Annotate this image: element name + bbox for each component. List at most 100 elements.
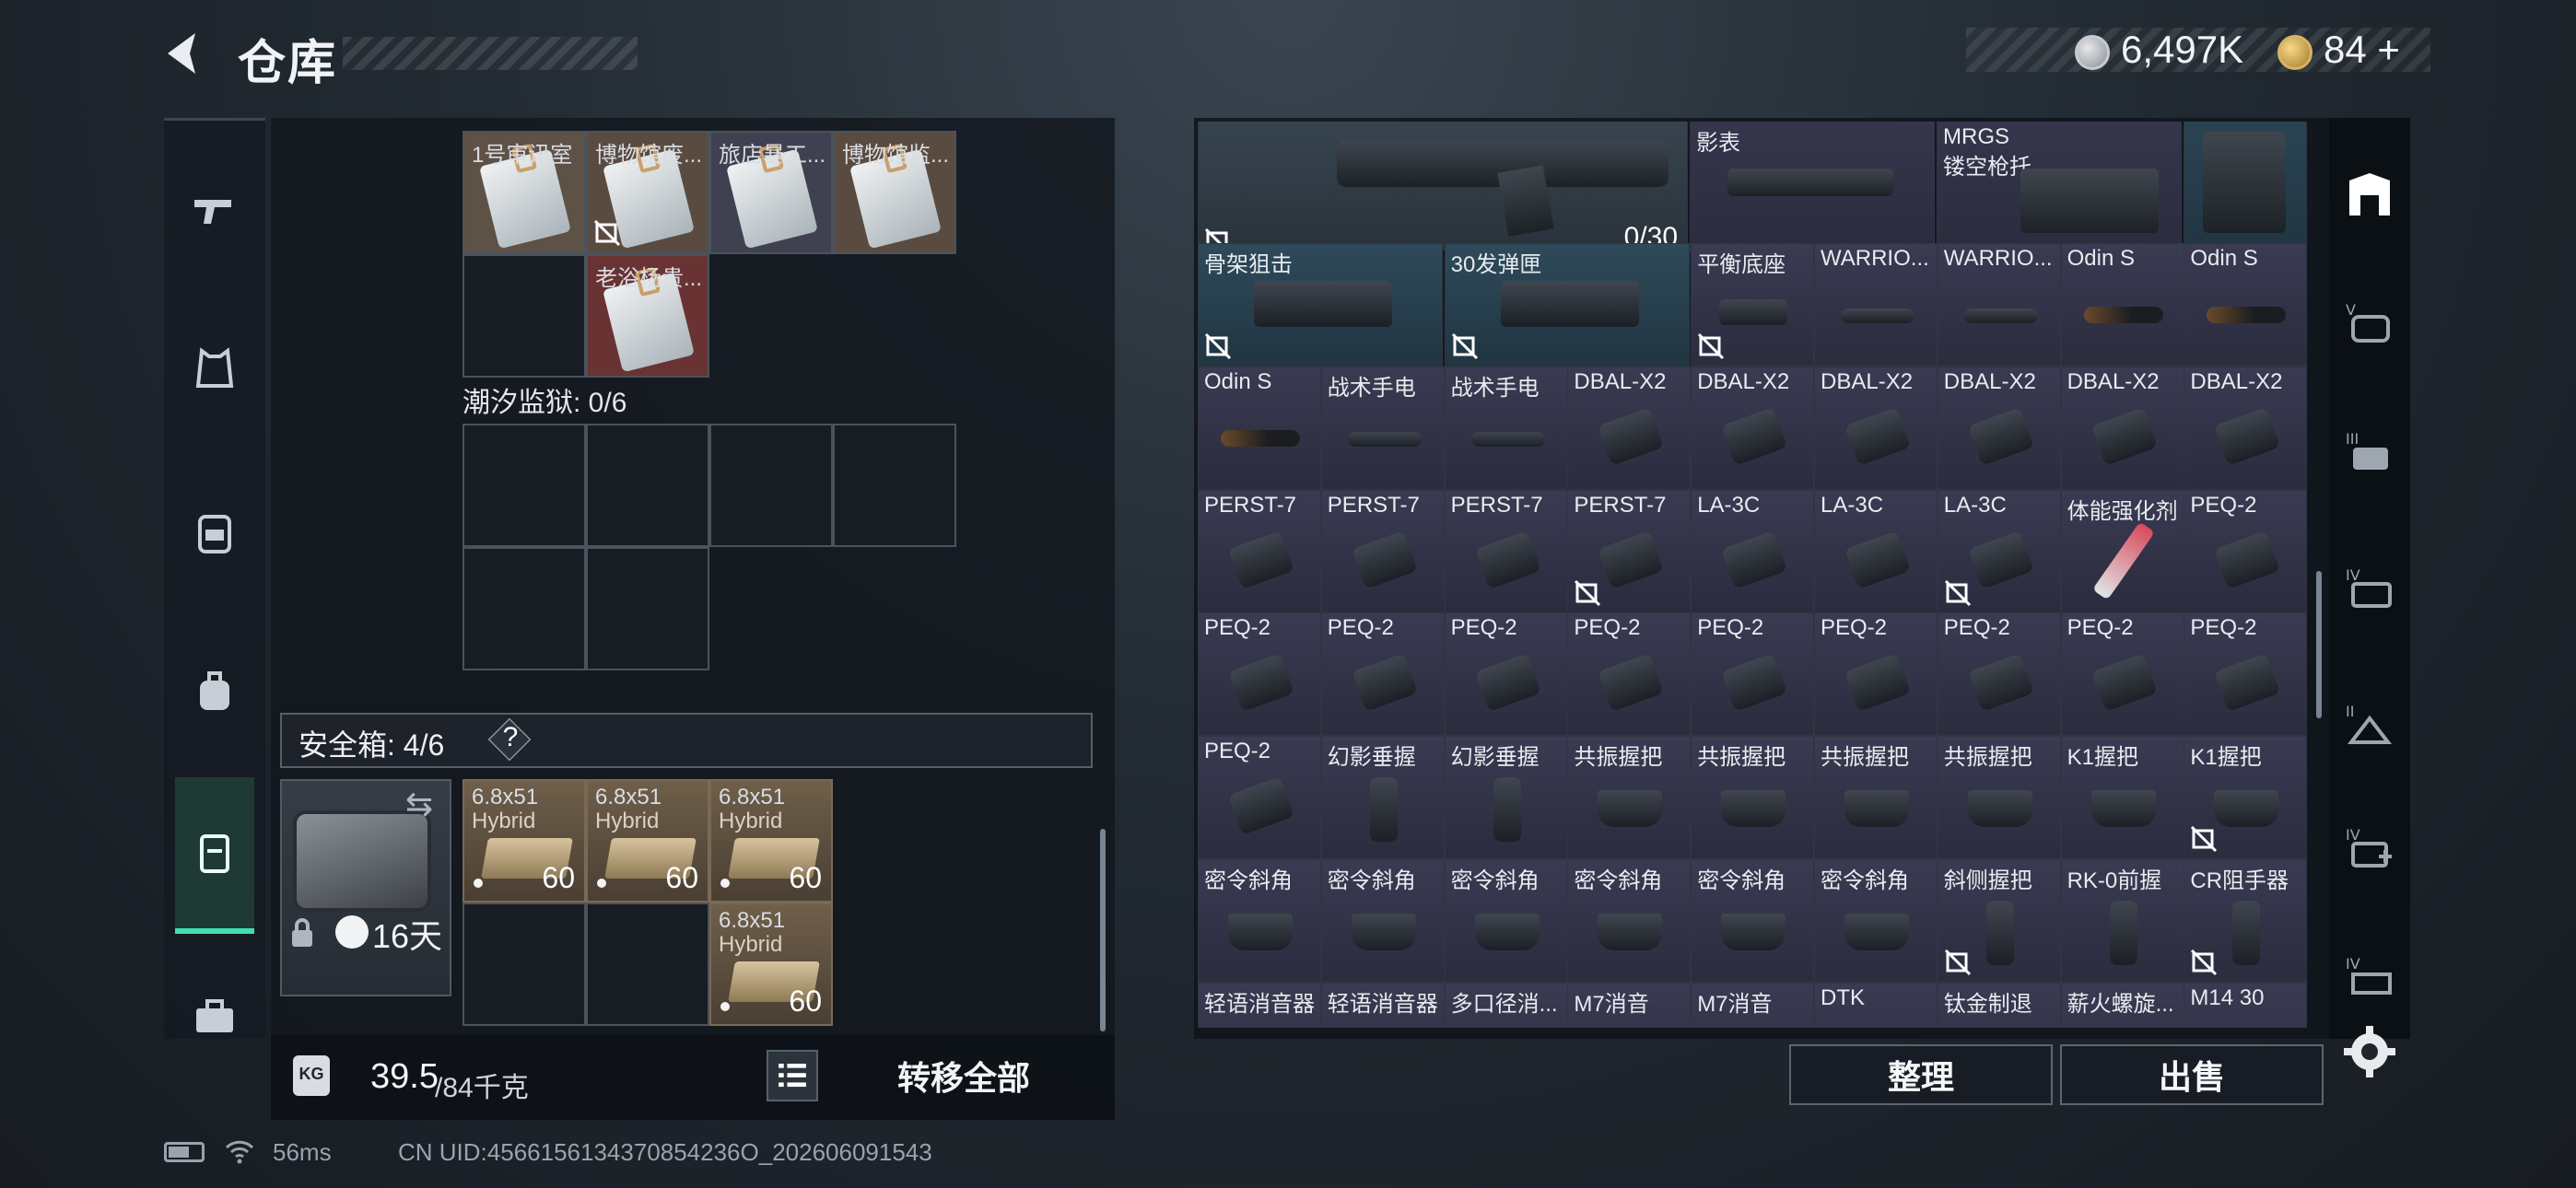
nav-toolbox[interactable] — [164, 947, 265, 1085]
inventory-item[interactable]: LA-3C — [1691, 489, 1815, 613]
inventory-item[interactable]: DBAL-X2 — [1567, 366, 1692, 490]
tab-tier-iv-medical[interactable]: IV — [2335, 792, 2405, 903]
stock-item[interactable]: MRGS 镂空枪托 — [1937, 122, 2182, 252]
nav-weapon[interactable] — [164, 140, 265, 278]
empty-slot[interactable] — [709, 424, 833, 547]
sell-button[interactable]: 出售 — [2060, 1044, 2324, 1105]
inventory-item[interactable]: 共振握把 — [1937, 736, 2061, 860]
empty-slot[interactable] — [463, 547, 586, 670]
inventory-item[interactable]: PEQ-2 — [2184, 489, 2307, 613]
nav-chest-rig[interactable] — [164, 464, 265, 602]
empty-slot[interactable] — [463, 254, 586, 378]
inventory-item[interactable]: DBAL-X2 — [1691, 366, 1815, 490]
nav-armor[interactable] — [164, 300, 265, 438]
document-item[interactable]: 老浴杨贵... — [586, 254, 709, 378]
inventory-item[interactable]: RK-0前握 — [2060, 859, 2184, 983]
ammo-item[interactable]: 6.8x51 Hybrid 60 — [709, 903, 833, 1026]
inventory-item[interactable]: PEQ-2 — [1320, 612, 1445, 737]
inventory-item[interactable]: K1握把 — [2060, 736, 2184, 860]
empty-slot[interactable] — [586, 903, 709, 1026]
inventory-item[interactable]: 共振握把 — [1814, 736, 1938, 860]
inventory-item[interactable]: 密令斜角 — [1198, 859, 1321, 983]
inventory-item[interactable]: 密令斜角 — [1320, 859, 1445, 983]
inventory-item[interactable]: 幻影垂握 — [1320, 736, 1445, 860]
tab-tier-v[interactable]: V — [2335, 267, 2405, 378]
inventory-item[interactable]: PEQ-2 — [1198, 736, 1321, 860]
document-item[interactable]: 1号审讯室 — [463, 131, 586, 254]
inventory-item[interactable]: DTK — [1814, 982, 1938, 1028]
ammo-item[interactable]: 6.8x51 Hybrid 60 — [463, 779, 586, 903]
inventory-item[interactable]: 共振握把 — [1567, 736, 1692, 860]
inventory-item[interactable]: PEQ-2 — [1937, 612, 2061, 737]
help-icon[interactable]: ? — [499, 722, 521, 753]
settings-gear-icon[interactable] — [2340, 1022, 2399, 1081]
inventory-item[interactable]: PEQ-2 — [2060, 612, 2184, 737]
inventory-item[interactable]: PEQ-2 — [1567, 612, 1692, 737]
inventory-item[interactable]: 骨架狙击 — [1198, 243, 1443, 367]
inventory-item[interactable]: 轻语消音器 — [1320, 982, 1445, 1028]
document-item[interactable]: 旅店暴工... — [709, 131, 833, 254]
inventory-item[interactable]: 密令斜角 — [1814, 859, 1938, 983]
inventory-item[interactable]: DBAL-X2 — [1937, 366, 2061, 490]
empty-slot[interactable] — [586, 547, 709, 670]
inventory-item[interactable]: 斜侧握把 — [1937, 859, 2061, 983]
inventory-item[interactable]: M7消音 — [1567, 982, 1692, 1028]
inventory-item[interactable]: CR阻手器 — [2184, 859, 2307, 983]
inventory-item[interactable]: Odin S — [1198, 366, 1321, 490]
list-view-button[interactable] — [767, 1050, 818, 1101]
equipment-item[interactable] — [2184, 122, 2307, 252]
inventory-item[interactable]: PERST-7 — [1198, 489, 1321, 613]
inventory-item[interactable]: 密令斜角 — [1691, 859, 1815, 983]
inventory-item[interactable]: Odin S — [2184, 243, 2307, 367]
swap-icon[interactable]: ⇆ — [405, 785, 433, 823]
stock-item[interactable]: 影表 — [1690, 122, 1935, 252]
inventory-item[interactable]: 30发弹匣 — [1444, 243, 1690, 367]
inventory-item[interactable]: 战术手电 — [1320, 366, 1445, 490]
tab-tier-ii[interactable]: II — [2335, 669, 2405, 779]
document-item[interactable]: 博物馆监... — [833, 131, 956, 254]
inventory-item[interactable]: PEQ-2 — [1198, 612, 1321, 737]
tab-tier-iv[interactable]: IV — [2335, 532, 2405, 643]
gold-amount[interactable]: 84 + — [2324, 28, 2400, 72]
storage-scrollbar[interactable] — [1100, 829, 1106, 1031]
inventory-item[interactable]: 密令斜角 — [1567, 859, 1692, 983]
document-item[interactable]: 博物馆废... — [586, 131, 709, 254]
empty-slot[interactable] — [586, 424, 709, 547]
inventory-item[interactable]: 薪火螺旋... — [2060, 982, 2184, 1028]
inventory-item[interactable]: LA-3C — [1937, 489, 2061, 613]
inventory-item[interactable]: 多口径消... — [1444, 982, 1568, 1028]
ammo-item[interactable]: 6.8x51 Hybrid 60 — [709, 779, 833, 903]
empty-slot[interactable] — [833, 424, 956, 547]
back-button[interactable] — [158, 26, 214, 81]
inventory-item[interactable]: PEQ-2 — [1444, 612, 1568, 737]
inventory-item[interactable]: PEQ-2 — [2184, 612, 2307, 737]
inventory-item[interactable]: PERST-7 — [1320, 489, 1445, 613]
tab-tier-iv-folder[interactable]: IV — [2335, 921, 2405, 1031]
empty-slot[interactable] — [463, 424, 586, 547]
inventory-item[interactable]: 钛金制退 — [1937, 982, 2061, 1028]
inventory-item[interactable]: Odin S — [2060, 243, 2184, 367]
nav-backpack[interactable] — [164, 623, 265, 761]
sort-button[interactable]: 整理 — [1789, 1044, 2053, 1105]
inventory-item[interactable]: DBAL-X2 — [2060, 366, 2184, 490]
inventory-item[interactable]: K1握把 — [2184, 736, 2307, 860]
inventory-item[interactable]: WARRIO... — [1937, 243, 2061, 367]
inventory-item[interactable]: LA-3C — [1814, 489, 1938, 613]
inventory-item[interactable]: 幻影垂握 — [1444, 736, 1568, 860]
inventory-item[interactable]: 共振握把 — [1691, 736, 1815, 860]
add-currency-icon[interactable]: + — [2377, 28, 2400, 71]
transfer-all-button[interactable]: 转移全部 — [829, 1039, 1098, 1112]
inventory-item[interactable]: 轻语消音器 — [1198, 982, 1321, 1028]
inventory-item[interactable]: 体能强化剂 — [2060, 489, 2184, 613]
nav-container[interactable] — [175, 777, 254, 934]
inventory-item[interactable]: PEQ-2 — [1814, 612, 1938, 737]
inventory-item[interactable]: 平衡底座 — [1691, 243, 1815, 367]
inventory-item[interactable]: PERST-7 — [1444, 489, 1568, 613]
tab-stash[interactable] — [2335, 140, 2405, 250]
inventory-item[interactable]: M7消音 — [1691, 982, 1815, 1028]
inventory-item[interactable]: PERST-7 — [1567, 489, 1692, 613]
inventory-item[interactable]: 密令斜角 — [1444, 859, 1568, 983]
inventory-item[interactable]: WARRIO... — [1814, 243, 1938, 367]
inventory-scrollbar[interactable] — [2316, 571, 2322, 718]
inventory-item[interactable]: 战术手电 — [1444, 366, 1568, 490]
